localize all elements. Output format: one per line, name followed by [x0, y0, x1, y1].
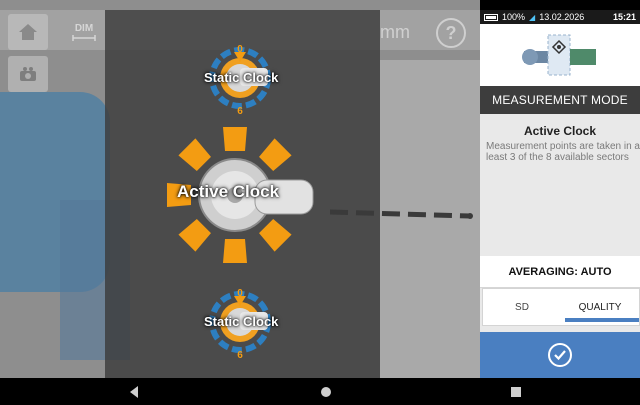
- measurement-mode-carousel: 0 6 Static Clock Active Clock 0 6 Static…: [105, 10, 380, 378]
- averaging-button[interactable]: AVERAGING: AUTO: [480, 256, 640, 288]
- nav-recent-button[interactable]: [508, 384, 524, 400]
- machine-thumbnail: [480, 24, 640, 86]
- selected-mode-title: Active Clock: [523, 124, 597, 138]
- home-circle-icon: [321, 387, 331, 397]
- tab-quality[interactable]: QUALITY: [561, 289, 639, 325]
- tab-quality-label: QUALITY: [578, 301, 622, 313]
- recent-square-icon: [511, 387, 521, 397]
- carousel-item-static-clock-bottom[interactable]: 0 6 Static Clock: [200, 282, 280, 362]
- dimensions-label: DIM: [74, 22, 94, 34]
- carousel-item-label: Static Clock: [204, 70, 279, 85]
- status-bar: 100% ◢ 13.02.2026 15:21: [480, 10, 640, 24]
- clock-number-top: 0: [237, 288, 243, 299]
- carousel-item-label: Static Clock: [204, 314, 279, 329]
- tab-sd[interactable]: SD: [483, 289, 561, 325]
- dimensions-button[interactable]: DIM: [64, 14, 104, 50]
- nav-back-button[interactable]: [126, 384, 142, 400]
- confirm-button[interactable]: [480, 332, 640, 378]
- laser-line-indicator: [330, 209, 473, 219]
- averaging-label: AVERAGING: AUTO: [508, 265, 612, 278]
- battery-level: 100%: [502, 12, 526, 22]
- clock-number-bottom: 6: [237, 106, 243, 117]
- help-icon: ?: [445, 22, 457, 43]
- mode-description: Measurement points are taken in at least…: [486, 141, 640, 163]
- signal-icon: ◢: [529, 12, 536, 22]
- quality-tabs: SD QUALITY: [482, 288, 640, 326]
- tab-sd-label: SD: [515, 301, 529, 313]
- help-button[interactable]: ?: [436, 18, 466, 48]
- check-circle-icon: [548, 343, 572, 367]
- carousel-item-label: Active Clock: [177, 182, 280, 201]
- check-mark-icon: [554, 350, 566, 361]
- back-triangle-icon: [130, 386, 138, 398]
- clock-number-top: 0: [237, 44, 243, 55]
- home-button[interactable]: [8, 14, 48, 50]
- home-icon: [19, 24, 37, 40]
- clock-number-bottom: 6: [237, 350, 243, 361]
- status-time: 15:21: [612, 12, 636, 22]
- dimension-arrow-icon: [72, 34, 96, 41]
- carousel-item-active-clock[interactable]: Active Clock: [163, 122, 323, 268]
- machine-coupling-icon: [522, 34, 596, 76]
- measurement-mode-panel: 100% ◢ 13.02.2026 15:21 MEASUREMENT MODE…: [480, 10, 640, 378]
- camera-icon: [20, 67, 36, 81]
- system-nav-bar: [0, 378, 640, 405]
- panel-title: MEASUREMENT MODE: [480, 86, 640, 114]
- nav-home-button[interactable]: [318, 384, 334, 400]
- unit-label: mm: [380, 22, 410, 42]
- carousel-item-static-clock-top[interactable]: 0 6 Static Clock: [200, 38, 280, 118]
- camera-button[interactable]: [8, 56, 48, 92]
- status-date: 13.02.2026: [539, 12, 585, 22]
- battery-icon: [484, 13, 498, 21]
